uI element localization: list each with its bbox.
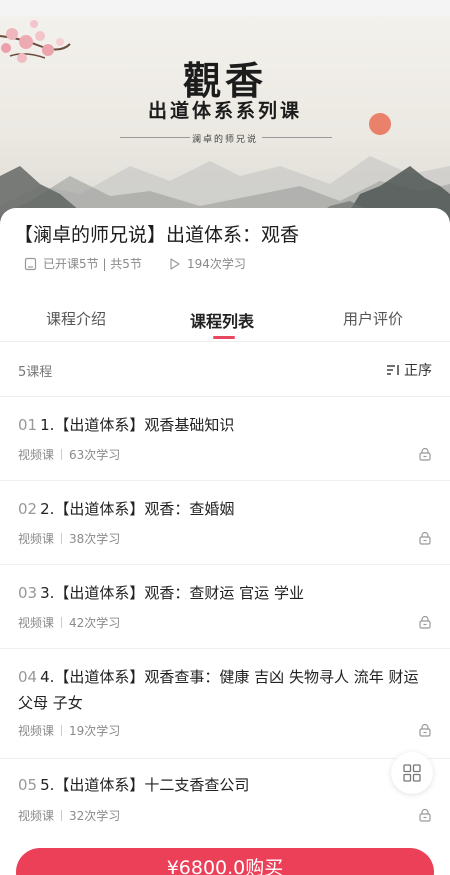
- document-icon: [24, 257, 37, 270]
- lesson-title-text: 2.【出道体系】观香：查婚姻: [40, 500, 235, 518]
- lesson-title: 02 2.【出道体系】观香：查婚姻: [18, 496, 438, 522]
- lesson-views: 38次学习: [69, 532, 121, 546]
- lesson-meta: 视频课 63次学习: [18, 446, 120, 463]
- lock-icon: [419, 447, 431, 461]
- course-banner: 觀香 出道体系系列课 澜卓的师兄说: [0, 16, 450, 226]
- lock-icon: [419, 808, 431, 822]
- lesson-count: 5课程: [18, 365, 53, 380]
- tab-user-reviews[interactable]: 用户评价: [343, 308, 403, 329]
- lesson-type: 视频课: [18, 448, 55, 462]
- lesson-title: 03 3.【出道体系】观香：查财运 官运 学业: [18, 580, 438, 606]
- lesson-type: 视频课: [18, 616, 55, 630]
- lesson-number: 01: [18, 416, 38, 434]
- sort-icon: [387, 365, 399, 375]
- lesson-meta: 视频课 19次学习: [18, 722, 120, 739]
- tab-bar: 课程介绍 课程列表 用户评价: [0, 296, 450, 342]
- course-views-text: 194次学习: [187, 257, 246, 271]
- lesson-title: 05 5.【出道体系】十二支香查公司: [18, 772, 378, 798]
- status-bar: [0, 0, 450, 16]
- course-progress-text: 已开课5节 | 共5节: [43, 257, 142, 271]
- lesson-item[interactable]: 03 3.【出道体系】观香：查财运 官运 学业 视频课 42次学习: [0, 565, 450, 649]
- grid-icon: [403, 764, 421, 782]
- list-header: 5课程 正序: [0, 342, 450, 397]
- banner-divider-right: [262, 137, 332, 138]
- active-tab-indicator: [213, 336, 235, 339]
- buy-button[interactable]: ¥6800.0购买: [16, 848, 434, 875]
- lesson-views: 32次学习: [69, 809, 121, 823]
- lesson-item[interactable]: 05 5.【出道体系】十二支香查公司 视频课 32次学习: [0, 759, 450, 843]
- lesson-type: 视频课: [18, 724, 55, 738]
- lesson-item[interactable]: 01 1.【出道体系】观香基础知识 视频课 63次学习: [0, 397, 450, 481]
- lesson-meta: 视频课 42次学习: [18, 614, 120, 631]
- lesson-views: 63次学习: [69, 448, 121, 462]
- lesson-number: 05: [18, 776, 38, 794]
- lesson-number: 04: [18, 668, 38, 686]
- lesson-views: 19次学习: [69, 724, 121, 738]
- lesson-title-text: 4.【出道体系】观香查事：健康 吉凶 失物寻人 流年 财运 父母 子女: [18, 668, 419, 712]
- course-title: 【澜卓的师兄说】出道体系：观香: [14, 224, 300, 246]
- lesson-title-text: 1.【出道体系】观香基础知识: [40, 416, 235, 434]
- floating-menu-button[interactable]: [391, 752, 433, 794]
- lesson-title-text: 3.【出道体系】观香：查财运 官运 学业: [40, 584, 304, 602]
- lesson-type: 视频课: [18, 532, 55, 546]
- play-icon: [170, 257, 180, 270]
- lock-icon: [419, 531, 431, 545]
- lesson-number: 03: [18, 584, 38, 602]
- sort-toggle[interactable]: 正序: [386, 360, 432, 380]
- tab-course-list[interactable]: 课程列表: [190, 308, 254, 332]
- course-views: 194次学习: [168, 255, 246, 272]
- lesson-title-text: 5.【出道体系】十二支香查公司: [40, 776, 250, 794]
- lesson-number: 02: [18, 500, 38, 518]
- course-progress: 已开课5节 | 共5节: [24, 255, 142, 272]
- course-info-card: 【澜卓的师兄说】出道体系：观香 已开课5节 | 共5节 194次学习: [0, 208, 450, 294]
- lock-icon: [419, 723, 431, 737]
- lesson-title: 04 4.【出道体系】观香查事：健康 吉凶 失物寻人 流年 财运 父母 子女: [18, 664, 438, 716]
- lock-icon: [419, 615, 431, 629]
- lesson-meta: 视频课 32次学习: [18, 807, 120, 824]
- tab-course-intro[interactable]: 课程介绍: [46, 308, 106, 329]
- lesson-type: 视频课: [18, 809, 55, 823]
- lesson-views: 42次学习: [69, 616, 121, 630]
- lesson-item[interactable]: 02 2.【出道体系】观香：查婚姻 视频课 38次学习: [0, 481, 450, 565]
- banner-subtitle: 出道体系系列课: [147, 100, 302, 122]
- lesson-title: 01 1.【出道体系】观香基础知识: [18, 412, 438, 438]
- sort-label: 正序: [404, 363, 432, 379]
- lesson-item[interactable]: 04 4.【出道体系】观香查事：健康 吉凶 失物寻人 流年 财运 父母 子女 视频…: [0, 649, 450, 759]
- banner-signature: 澜卓的师兄说: [191, 135, 258, 145]
- lesson-meta: 视频课 38次学习: [18, 530, 120, 547]
